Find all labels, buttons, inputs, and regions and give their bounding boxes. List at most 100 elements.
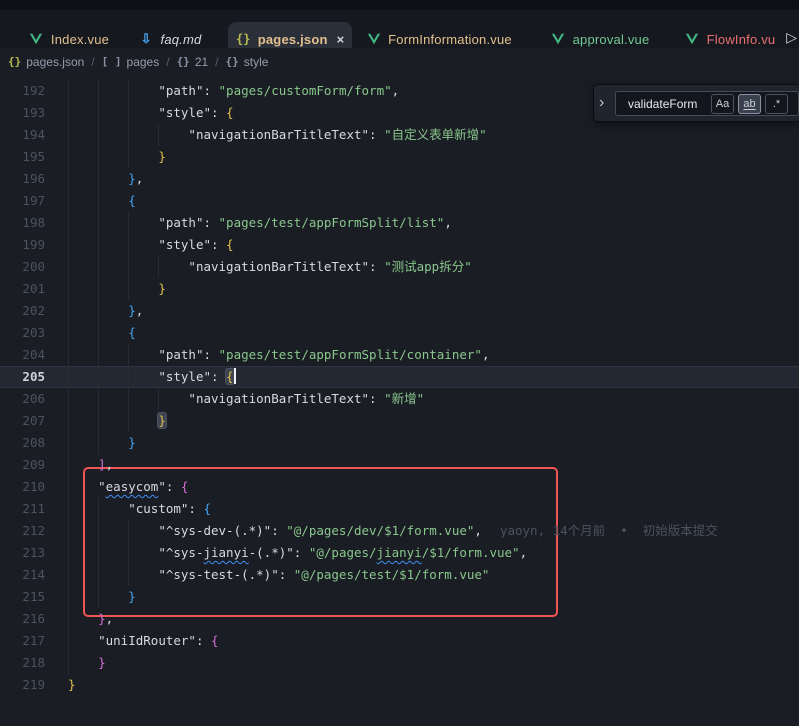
code-text: "^sys-test-(.*)": "@/pages/test/$1/form.…: [68, 564, 489, 586]
code-text: }: [68, 278, 166, 300]
breadcrumb-item-21[interactable]: {}21: [177, 55, 209, 69]
line-number[interactable]: 215: [0, 586, 45, 608]
code-line[interactable]: 213 "^sys-jianyi-(.*)": "@/pages/jianyi/…: [0, 542, 799, 564]
code-line[interactable]: 210 "easycom": {: [0, 476, 799, 498]
line-number[interactable]: 211: [0, 498, 45, 520]
line-number[interactable]: 212: [0, 520, 45, 542]
tab-label: approval.vue: [573, 32, 650, 47]
breadcrumb-label: style: [244, 55, 269, 69]
vue-logo-icon: [29, 32, 44, 47]
code-line[interactable]: 192 "path": "pages/customForm/form",: [0, 80, 799, 102]
line-number[interactable]: 205: [0, 366, 45, 388]
line-number[interactable]: 210: [0, 476, 45, 498]
vscode-window: ▷ Index.vue⇩faq.md{}pages.json×FormInfor…: [0, 0, 799, 726]
code-line[interactable]: 211 "custom": {: [0, 498, 799, 520]
code-text: "navigationBarTitleText": "测试app拆分": [68, 256, 472, 278]
line-number[interactable]: 201: [0, 278, 45, 300]
code-text: "style": {: [68, 234, 234, 256]
code-line[interactable]: 195 }: [0, 146, 799, 168]
breadcrumb-item-style[interactable]: {} style: [226, 55, 269, 69]
git-blame-annotation: yaoyn, 14个月前 • 初始版本提交: [482, 523, 718, 538]
line-number[interactable]: 217: [0, 630, 45, 652]
breadcrumb: {}pages.json/[ ]pages/{}21/{}style: [0, 48, 799, 75]
window-titlebar-strip: [0, 0, 799, 10]
code-text: }: [68, 432, 136, 454]
vue-logo-icon: [551, 32, 566, 47]
code-text: }: [68, 652, 106, 674]
text-cursor: [234, 368, 236, 384]
line-number[interactable]: 198: [0, 212, 45, 234]
code-line[interactable]: 203 {: [0, 322, 799, 344]
code-line[interactable]: 197 {: [0, 190, 799, 212]
code-line[interactable]: 205 "style": {: [0, 366, 799, 388]
line-number[interactable]: 197: [0, 190, 45, 212]
code-line[interactable]: 200 "navigationBarTitleText": "测试app拆分": [0, 256, 799, 278]
code-line[interactable]: 208 }: [0, 432, 799, 454]
code-line[interactable]: 219}: [0, 674, 799, 696]
vue-logo-icon: [366, 32, 381, 47]
code-text: "path": "pages/test/appFormSplit/contain…: [68, 344, 489, 366]
code-line[interactable]: 202 },: [0, 300, 799, 322]
code-line[interactable]: 214 "^sys-test-(.*)": "@/pages/test/$1/f…: [0, 564, 799, 586]
breadcrumb-separator: /: [215, 55, 218, 69]
code-line[interactable]: 215 }: [0, 586, 799, 608]
line-number[interactable]: 218: [0, 652, 45, 674]
tab-overflow-icon[interactable]: ▷: [786, 29, 797, 46]
breadcrumb-item-pages[interactable]: [ ]pages: [102, 55, 160, 69]
code-line[interactable]: 193 "style": {: [0, 102, 799, 124]
code-line[interactable]: 207 }: [0, 410, 799, 432]
code-text: "^sys-jianyi-(.*)": "@/pages/jianyi/$1/f…: [68, 542, 527, 564]
line-number[interactable]: 193: [0, 102, 45, 124]
code-line[interactable]: 198 "path": "pages/test/appFormSplit/lis…: [0, 212, 799, 234]
code-line[interactable]: 209 ],: [0, 454, 799, 476]
code-line[interactable]: 212 "^sys-dev-(.*)": "@/pages/dev/$1/for…: [0, 520, 799, 542]
code-line[interactable]: 204 "path": "pages/test/appFormSplit/con…: [0, 344, 799, 366]
code-text: "path": "pages/test/appFormSplit/list",: [68, 212, 452, 234]
vue-logo-icon: [685, 32, 700, 47]
line-number[interactable]: 194: [0, 124, 45, 146]
line-number[interactable]: 200: [0, 256, 45, 278]
line-number[interactable]: 219: [0, 674, 45, 696]
line-number[interactable]: 214: [0, 564, 45, 586]
markdown-arrow-icon: ⇩: [139, 32, 154, 47]
tab-label: Index.vue: [51, 32, 109, 47]
line-number[interactable]: 206: [0, 388, 45, 410]
code-line[interactable]: 216 },: [0, 608, 799, 630]
code-text: "^sys-dev-(.*)": "@/pages/dev/$1/form.vu…: [68, 520, 718, 542]
code-text: "path": "pages/customForm/form",: [68, 80, 399, 102]
line-number[interactable]: 202: [0, 300, 45, 322]
line-number[interactable]: 213: [0, 542, 45, 564]
breadcrumb-separator: /: [166, 55, 169, 69]
array-symbol-icon: [ ]: [102, 55, 122, 68]
code-line[interactable]: 201 }: [0, 278, 799, 300]
json-braces-icon: {}: [236, 32, 251, 47]
code-text: "style": {: [68, 102, 234, 124]
code-text: }: [68, 146, 166, 168]
line-number[interactable]: 196: [0, 168, 45, 190]
object-symbol-icon: {}: [226, 55, 239, 68]
code-editor[interactable]: › Aa ab .* 192 "path": "pages/customForm…: [0, 75, 799, 726]
json-symbol-icon: {}: [8, 55, 21, 68]
tab-label: pages.json: [258, 32, 328, 47]
breadcrumb-item-pages.json[interactable]: {}pages.json: [8, 55, 84, 69]
code-line[interactable]: 217 "uniIdRouter": {: [0, 630, 799, 652]
line-number[interactable]: 209: [0, 454, 45, 476]
line-number[interactable]: 192: [0, 80, 45, 102]
code-text: "navigationBarTitleText": "自定义表单新增": [68, 124, 487, 146]
code-line[interactable]: 218 }: [0, 652, 799, 674]
code-line[interactable]: 194 "navigationBarTitleText": "自定义表单新增": [0, 124, 799, 146]
line-number[interactable]: 195: [0, 146, 45, 168]
close-icon[interactable]: ×: [337, 32, 345, 47]
code-text: "navigationBarTitleText": "新增": [68, 388, 424, 410]
code-line[interactable]: 206 "navigationBarTitleText": "新增": [0, 388, 799, 410]
line-number[interactable]: 216: [0, 608, 45, 630]
line-number[interactable]: 204: [0, 344, 45, 366]
code-text: },: [68, 608, 113, 630]
code-line[interactable]: 196 },: [0, 168, 799, 190]
line-number[interactable]: 203: [0, 322, 45, 344]
tab-label: FlowInfo.vu: [707, 32, 776, 47]
line-number[interactable]: 199: [0, 234, 45, 256]
code-line[interactable]: 199 "style": {: [0, 234, 799, 256]
line-number[interactable]: 208: [0, 432, 45, 454]
line-number[interactable]: 207: [0, 410, 45, 432]
